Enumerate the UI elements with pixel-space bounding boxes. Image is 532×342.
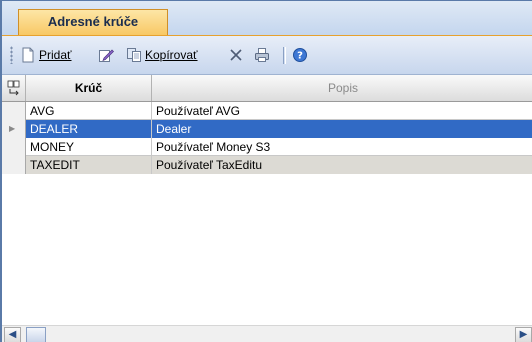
table-row[interactable]: ▶ DEALER Dealer — [2, 120, 532, 138]
cell-description[interactable]: Používateľ Money S3 — [152, 138, 532, 156]
edit-button[interactable] — [98, 36, 114, 74]
address-keys-window: Adresné krúče Pridať Kopírovať ? Krúč Po… — [0, 0, 532, 342]
edit-icon — [98, 47, 114, 63]
table-row[interactable]: MONEY Používateľ Money S3 — [2, 138, 532, 156]
column-chooser-icon — [6, 79, 22, 96]
horizontal-scrollbar[interactable]: ◀ ▶ — [2, 325, 532, 342]
row-pointer-icon: ▶ — [9, 124, 16, 133]
svg-text:?: ? — [297, 51, 303, 62]
help-icon: ? — [292, 47, 308, 63]
cell-key[interactable]: AVG — [26, 102, 152, 120]
cell-key[interactable]: DEALER — [26, 120, 152, 138]
address-keys-grid: Krúč Popis AVG Používateľ AVG ▶ DEALER Deale… — [2, 75, 532, 325]
add-button[interactable]: Pridať — [20, 36, 72, 74]
table-row[interactable]: TAXEDIT Používateľ TaxEditu — [2, 156, 532, 174]
toolbar: Pridať Kopírovať ? — [2, 36, 532, 75]
column-header-description[interactable]: Popis — [152, 75, 532, 101]
row-selector[interactable] — [2, 156, 26, 174]
cell-description[interactable]: Používateľ TaxEditu — [152, 156, 532, 174]
column-header-key[interactable]: Krúč — [26, 75, 152, 101]
toolbar-grip[interactable] — [10, 46, 13, 64]
row-selector[interactable] — [2, 138, 26, 156]
print-icon — [254, 47, 270, 63]
chevron-left-icon: ◀ — [8, 329, 17, 340]
cell-key[interactable]: TAXEDIT — [26, 156, 152, 174]
row-selector[interactable] — [2, 102, 26, 120]
chevron-right-icon: ▶ — [519, 329, 528, 340]
new-document-icon — [20, 47, 36, 63]
copy-icon — [126, 47, 142, 63]
cell-key[interactable]: MONEY — [26, 138, 152, 156]
help-button[interactable]: ? — [292, 36, 308, 74]
scroll-right-button[interactable]: ▶ — [515, 327, 532, 342]
toolbar-separator — [283, 47, 286, 64]
scroll-thumb[interactable] — [26, 327, 46, 342]
scroll-left-button[interactable]: ◀ — [4, 327, 21, 342]
grid-header: Krúč Popis — [2, 75, 532, 102]
tab-address-keys[interactable]: Adresné krúče — [18, 9, 168, 35]
print-button[interactable] — [254, 36, 270, 74]
delete-button[interactable] — [228, 36, 244, 74]
copy-button[interactable]: Kopírovať — [126, 36, 198, 74]
cell-description[interactable]: Dealer — [152, 120, 532, 138]
row-selector[interactable]: ▶ — [2, 120, 26, 138]
cell-description[interactable]: Používateľ AVG — [152, 102, 532, 120]
table-row[interactable]: AVG Používateľ AVG — [2, 102, 532, 120]
copy-button-label: Kopírovať — [145, 48, 198, 62]
delete-icon — [228, 47, 244, 63]
add-button-label: Pridať — [39, 48, 72, 62]
column-chooser-button[interactable] — [2, 75, 26, 101]
tab-strip: Adresné krúče — [2, 1, 532, 36]
